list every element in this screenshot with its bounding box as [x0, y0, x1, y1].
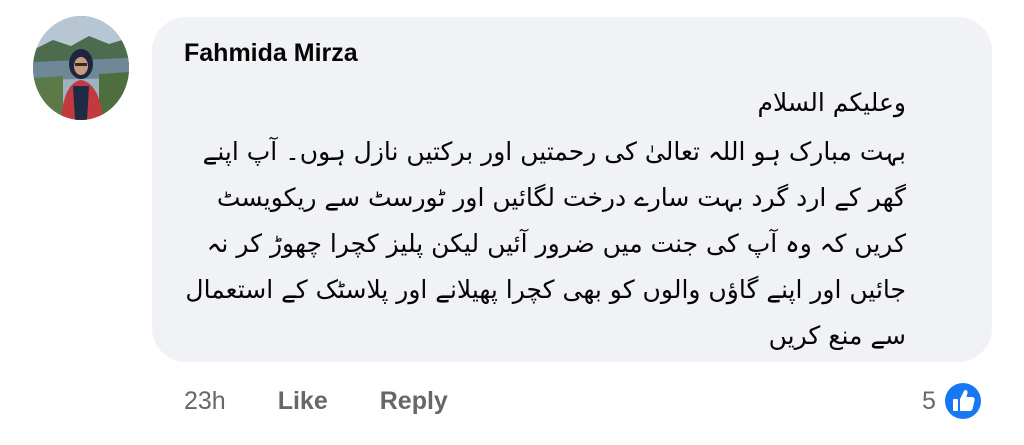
comment-greeting: وعلیکم السلام	[757, 88, 906, 117]
comment-message: بہت مبارک ہو اللہ تعالیٰ کی رحمتیں اور ب…	[185, 137, 906, 350]
reaction-count: 5	[922, 386, 936, 415]
author-name[interactable]: Fahmida Mirza	[184, 39, 358, 68]
like-button[interactable]: Like	[278, 387, 328, 416]
timestamp[interactable]: 23h	[184, 387, 226, 416]
avatar-photo	[33, 16, 129, 120]
comment-body: وعلیکم السلام بہت مبارک ہو اللہ تعالیٰ ک…	[178, 83, 906, 359]
reply-button[interactable]: Reply	[380, 387, 448, 416]
comment-actions: 23h Like Reply	[184, 381, 500, 421]
comment: Fahmida Mirza وعلیکم السلام بہت مبارک ہو…	[0, 0, 1024, 445]
avatar[interactable]	[33, 16, 129, 120]
like-thumbs-up-icon	[942, 381, 983, 421]
comment-bubble: Fahmida Mirza وعلیکم السلام بہت مبارک ہو…	[152, 17, 992, 362]
reaction-summary[interactable]: 5	[922, 378, 984, 424]
